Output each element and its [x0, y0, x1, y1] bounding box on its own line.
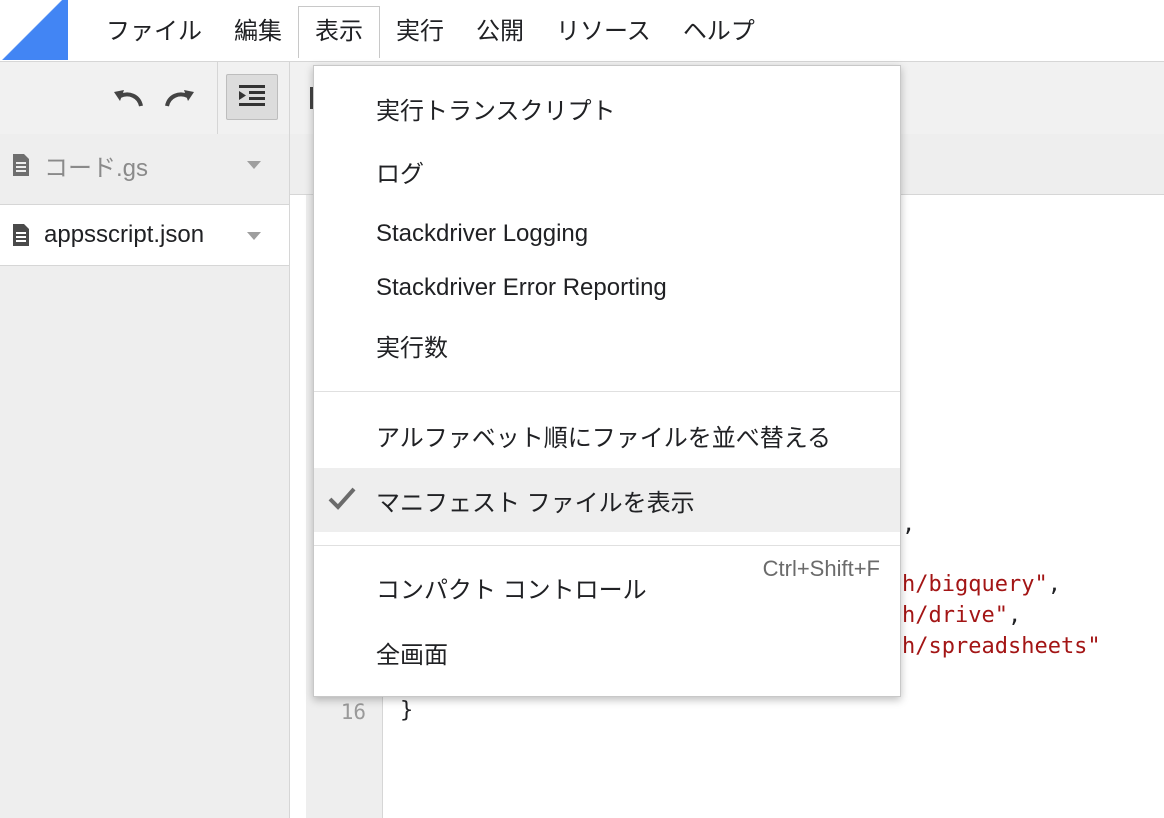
redo-button[interactable]	[160, 78, 200, 118]
menu-item-label: 実行数	[376, 334, 448, 362]
indent-button[interactable]	[226, 74, 278, 120]
file-item-appsscript-json[interactable]: appsscript.json	[0, 204, 289, 266]
code-string: h/spreadsheets"	[902, 634, 1101, 659]
menu-item-label: マニフェスト ファイルを表示	[376, 489, 695, 517]
menu-bar: ファイル 編集 表示 実行 公開 リソース ヘルプ	[90, 6, 771, 58]
menu-file[interactable]: ファイル	[90, 6, 218, 58]
toolbar-separator	[289, 62, 290, 134]
menu-item-label: Stackdriver Error Reporting	[376, 274, 667, 301]
menu-item-logs[interactable]: ログ	[314, 142, 900, 200]
toolbar-separator	[217, 62, 218, 134]
code-line: }	[400, 698, 414, 723]
code-line: h/bigquery",	[902, 572, 1061, 597]
dropdown-arrow-icon[interactable]	[247, 161, 261, 169]
code-string: h/bigquery"	[902, 572, 1048, 597]
redo-icon	[165, 90, 194, 107]
toolbar-button-partial[interactable]	[300, 78, 314, 118]
indent-icon	[239, 85, 265, 106]
menu-view[interactable]: 表示	[298, 6, 380, 58]
checkmark-icon	[328, 487, 356, 510]
logo-shape	[0, 0, 68, 60]
menu-item-compact-controls[interactable]: コンパクト コントロール Ctrl+Shift+F	[314, 556, 900, 616]
menu-item-shortcut: Ctrl+Shift+F	[762, 556, 880, 581]
menu-item-label: アルファベット順にファイルを並べ替える	[376, 424, 832, 452]
file-sidebar: コード.gs appsscript.json	[0, 134, 290, 818]
menu-item-executions[interactable]: 実行数	[314, 316, 900, 374]
code-punct: ,	[1047, 572, 1061, 597]
menu-item-label: ログ	[376, 160, 424, 188]
document-icon	[13, 154, 29, 176]
menu-item-sort-files[interactable]: アルファベット順にファイルを並べ替える	[314, 406, 900, 464]
menu-item-show-manifest[interactable]: マニフェスト ファイルを表示	[314, 468, 900, 532]
menu-publish[interactable]: 公開	[460, 6, 540, 58]
menu-run[interactable]: 実行	[380, 6, 460, 58]
undo-button[interactable]	[108, 78, 148, 118]
view-menu-dropdown: 実行トランスクリプト ログ Stackdriver Logging Stackd…	[313, 65, 901, 697]
menu-separator	[314, 545, 900, 546]
undo-icon	[114, 90, 143, 107]
menu-resources[interactable]: リソース	[540, 6, 667, 58]
menu-item-stackdriver-logging[interactable]: Stackdriver Logging	[314, 205, 900, 263]
code-punct: ,	[1007, 603, 1022, 628]
menu-item-label: 全画面	[376, 641, 448, 669]
document-icon	[13, 224, 29, 246]
code-line: ,	[902, 512, 916, 537]
menu-item-label: コンパクト コントロール	[376, 576, 647, 604]
code-line: h/spreadsheets"	[902, 634, 1101, 659]
menu-item-execution-transcript[interactable]: 実行トランスクリプト	[314, 79, 900, 137]
menu-item-stackdriver-error-reporting[interactable]: Stackdriver Error Reporting	[314, 259, 900, 317]
partial-icon	[310, 87, 313, 109]
code-string: h/drive"	[902, 603, 1008, 628]
file-name: appsscript.json	[44, 221, 205, 248]
menu-edit[interactable]: 編集	[218, 6, 298, 58]
menu-item-label: Stackdriver Logging	[376, 220, 589, 247]
file-item-code-gs[interactable]: コード.gs	[0, 134, 289, 196]
code-line: h/drive",	[902, 603, 1021, 628]
dropdown-arrow-icon[interactable]	[247, 232, 261, 240]
menu-separator	[314, 391, 900, 392]
apps-script-logo	[0, 0, 68, 60]
menu-item-label: 実行トランスクリプト	[376, 97, 616, 125]
editor-left-pad	[290, 195, 306, 818]
line-number: 16	[340, 700, 366, 724]
menu-help[interactable]: ヘルプ	[667, 6, 771, 58]
file-name: コード.gs	[44, 154, 149, 182]
menu-item-fullscreen[interactable]: 全画面	[314, 623, 900, 681]
